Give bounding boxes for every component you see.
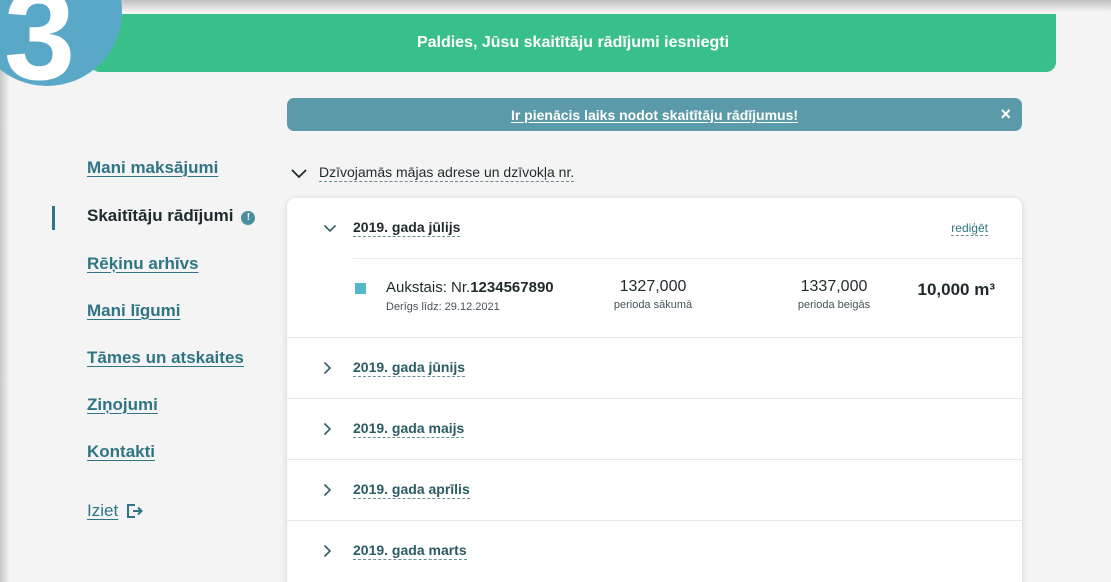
month-row: 2019. gada jūnijs (287, 338, 1022, 399)
address-section-toggle[interactable]: Dzīvojamās mājas adrese un dzīvokļa nr. (290, 160, 575, 185)
month-row: 2019. gada marts (287, 521, 1022, 582)
success-banner: Paldies, Jūsu skaitītāju rādījumi iesnie… (90, 14, 1056, 72)
meter-valid-until: Derīgs līdz: 29.12.2021 (386, 301, 500, 313)
month-label: 2019. gada jūnijs (353, 359, 466, 377)
top-shadow (0, 0, 1111, 12)
meter-color-indicator (355, 283, 366, 294)
end-value: 1337,000 (800, 278, 868, 295)
chevron-down-icon (291, 168, 307, 178)
sidebar-item-kontakti[interactable]: Kontakti (87, 442, 155, 462)
edit-link[interactable]: rediģēt (951, 221, 988, 236)
chevron-right-icon (323, 361, 332, 375)
readings-panel: 2019. gada jūlijs rediģēt Aukstais: Nr.1… (287, 198, 1022, 582)
month-toggle[interactable]: 2019. gada marts (323, 521, 467, 581)
month-toggle[interactable]: 2019. gada jūnijs (323, 338, 466, 398)
month-toggle[interactable]: 2019. gada jūlijs (323, 198, 461, 258)
consumption-value: 10,000 m³ (917, 280, 996, 299)
reminder-link[interactable]: Ir pienācis laiks nodot skaitītāju rādīj… (511, 107, 798, 123)
meter-type: Aukstais: Nr.1234567890 (386, 279, 554, 296)
logout-label: Iziet (87, 501, 119, 520)
sidebar-item-zinojumi[interactable]: Ziņojumi (87, 395, 158, 415)
sidebar-item-tames-un-atskaites[interactable]: Tāmes un atskaites (87, 348, 244, 368)
sidebar-item-mani-maksajumi[interactable]: Mani maksājumi (87, 158, 218, 178)
month-label: 2019. gada marts (353, 542, 467, 560)
address-section-label: Dzīvojamās mājas adrese un dzīvokļa nr. (319, 163, 575, 182)
logout-icon (127, 504, 144, 518)
month-row: 2019. gada aprīlis (287, 460, 1022, 521)
divider (353, 258, 1022, 259)
month-label: 2019. gada maijs (353, 420, 465, 438)
end-label: perioda beigās (797, 299, 871, 311)
chevron-right-icon (323, 544, 332, 558)
end-reading: 1337,000 perioda beigās (774, 278, 894, 311)
sidebar-item-rekinu-arhivs[interactable]: Rēķinu arhīvs (87, 254, 199, 274)
step-number-badge: 3 (0, 0, 122, 86)
month-row-expanded: 2019. gada jūlijs rediģēt Aukstais: Nr.1… (287, 198, 1022, 338)
info-icon: ! (241, 211, 256, 225)
month-toggle[interactable]: 2019. gada maijs (323, 399, 465, 459)
step-number: 3 (4, 0, 76, 86)
success-message: Paldies, Jūsu skaitītāju rādījumi iesnie… (416, 34, 730, 51)
sidebar-item-label: Skaitītāju rādījumi (87, 206, 234, 225)
left-shadow (0, 0, 10, 582)
meter-reading-row: Aukstais: Nr.1234567890 Derīgs līdz: 29.… (353, 278, 995, 320)
month-toggle[interactable]: 2019. gada aprīlis (323, 460, 470, 520)
logout-link[interactable]: Iziet (87, 501, 144, 521)
chevron-down-icon (323, 224, 337, 232)
close-icon[interactable]: × (1000, 105, 1011, 123)
page: 3 Paldies, Jūsu skaitītāju rādījumi iesn… (0, 0, 1111, 582)
meter-type-label: Aukstais: Nr. (386, 279, 471, 296)
month-label: 2019. gada jūlijs (353, 219, 461, 237)
start-reading: 1327,000 perioda sākumā (593, 278, 713, 311)
sidebar-item-mani-ligumi[interactable]: Mani līgumi (87, 301, 181, 321)
sidebar-item-skaititaju-radijumi[interactable]: Skaitītāju rādījumi! (87, 206, 256, 226)
reminder-alert: Ir pienācis laiks nodot skaitītāju rādīj… (287, 98, 1022, 131)
start-label: perioda sākumā (613, 299, 693, 311)
chevron-right-icon (323, 422, 332, 436)
meter-number: 1234567890 (470, 279, 554, 296)
month-row: 2019. gada maijs (287, 399, 1022, 460)
active-indicator (52, 206, 55, 230)
chevron-right-icon (323, 483, 332, 497)
start-value: 1327,000 (619, 278, 687, 295)
month-label: 2019. gada aprīlis (353, 481, 470, 499)
